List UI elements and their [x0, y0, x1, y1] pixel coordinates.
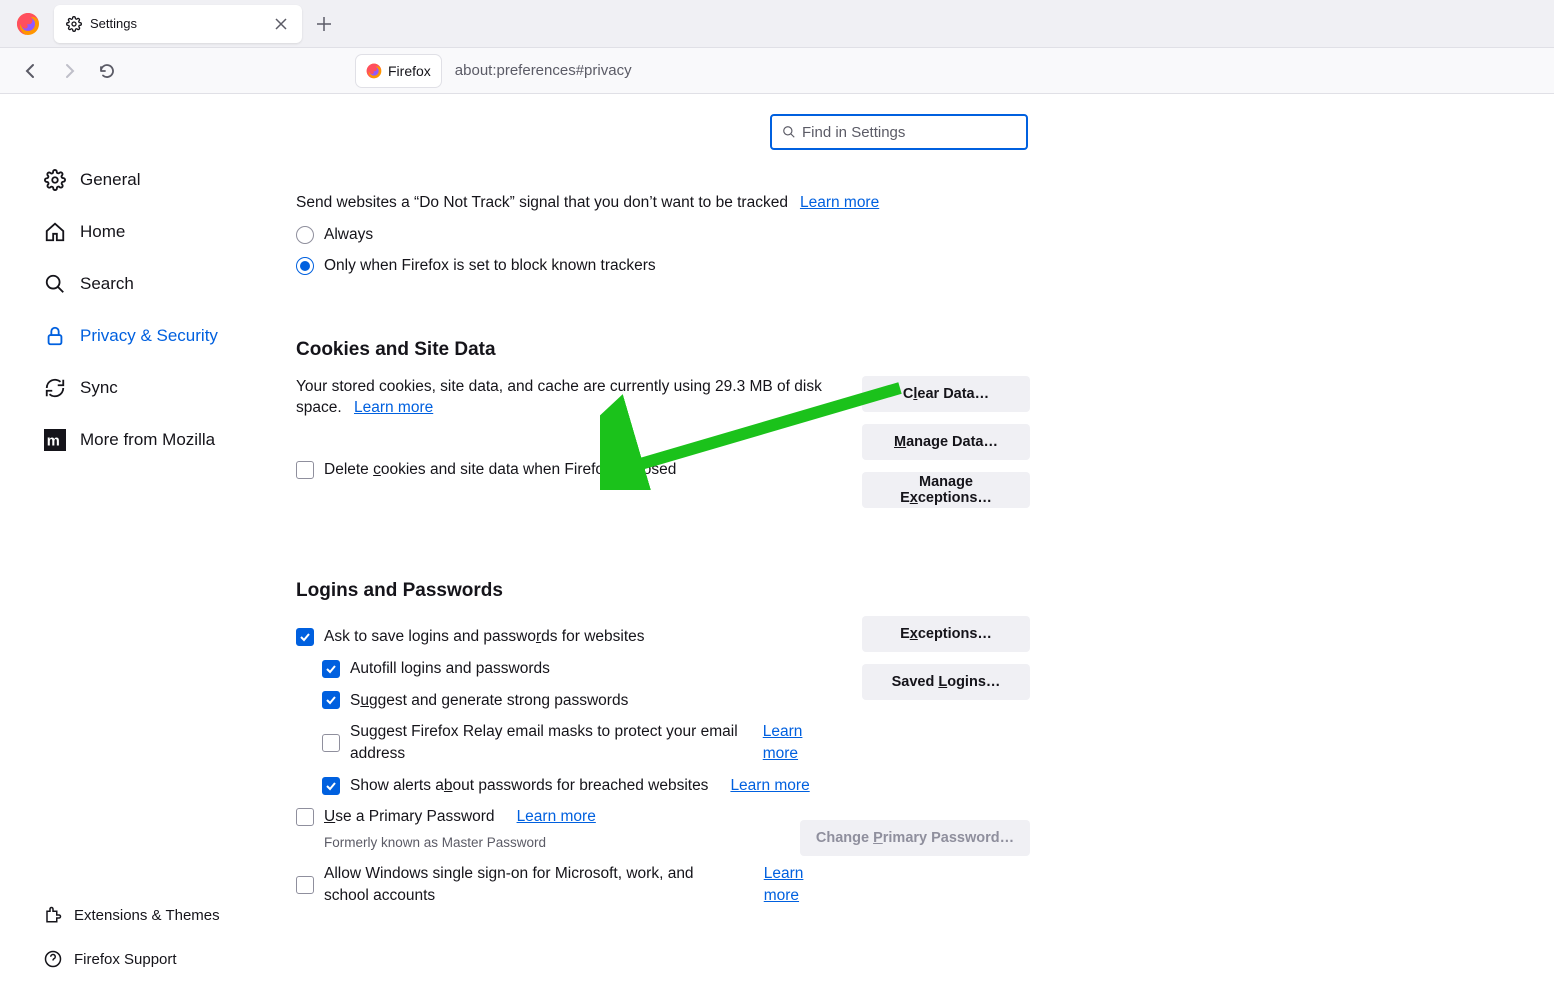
radio-icon [296, 257, 314, 275]
relay-checkbox[interactable]: Suggest Firefox Relay email masks to pro… [322, 721, 832, 764]
checkbox-label: Ask to save logins and passwords for web… [324, 626, 645, 648]
dnt-learn-more-link[interactable]: Learn more [800, 192, 879, 214]
toolbar: Firefox about:preferences#privacy [0, 48, 1554, 94]
relay-learn-more-link[interactable]: Learn more [763, 721, 832, 764]
sidebar-item-label: Sync [80, 378, 118, 398]
sidebar-item-sync[interactable]: Sync [44, 362, 268, 414]
sidebar-item-general[interactable]: General [44, 154, 268, 206]
checkbox-icon [296, 808, 314, 826]
saved-logins-button[interactable]: Saved Logins… [862, 664, 1030, 700]
tab-bar: Settings [0, 0, 1554, 48]
sidebar-item-label: Home [80, 222, 125, 242]
checkbox-icon [296, 876, 314, 894]
tab-title: Settings [90, 16, 264, 31]
alerts-checkbox[interactable]: Show alerts about passwords for breached… [322, 775, 832, 797]
search-settings[interactable] [770, 114, 1028, 150]
sync-icon [44, 377, 66, 399]
sidebar-item-label: Privacy & Security [80, 326, 218, 346]
primary-password-checkbox[interactable]: Use a Primary Password Learn more [296, 806, 832, 828]
alerts-learn-more-link[interactable]: Learn more [730, 775, 809, 797]
arrow-right-icon [60, 62, 78, 80]
puzzle-icon [44, 906, 62, 924]
help-icon [44, 950, 62, 968]
autofill-checkbox[interactable]: Autofill logins and passwords [322, 658, 832, 680]
search-input[interactable] [802, 124, 1016, 141]
exceptions-button[interactable]: Exceptions… [862, 616, 1030, 652]
primary-learn-more-link[interactable]: Learn more [517, 806, 596, 828]
sidebar-item-label: General [80, 170, 140, 190]
delete-cookies-checkbox[interactable]: Delete cookies and site data when Firefo… [296, 459, 832, 481]
lock-icon [44, 325, 66, 347]
manage-exceptions-button[interactable]: Manage Exceptions… [862, 472, 1030, 508]
checkbox-icon [322, 691, 340, 709]
new-tab-button[interactable] [308, 8, 340, 40]
dnt-description: Send websites a “Do Not Track” signal th… [296, 192, 788, 214]
home-icon [44, 221, 66, 243]
plus-icon [316, 16, 332, 32]
sidebar-item-support[interactable]: Firefox Support [44, 937, 268, 981]
back-button[interactable] [14, 54, 48, 88]
radio-label: Only when Firefox is set to block known … [324, 255, 656, 277]
suggest-checkbox[interactable]: Suggest and generate strong passwords [322, 690, 832, 712]
browser-tab[interactable]: Settings [54, 5, 302, 43]
cookies-section-title: Cookies and Site Data [296, 337, 1030, 364]
dnt-always-radio[interactable]: Always [296, 224, 1030, 246]
win-learn-more-link[interactable]: Learn more [764, 863, 832, 906]
sidebar: General Home Search Privacy & Security [0, 94, 268, 1007]
firefox-logo-icon [366, 63, 382, 79]
firefox-logo-icon [16, 12, 40, 36]
checkbox-icon [322, 777, 340, 795]
sidebar-item-label: Search [80, 274, 134, 294]
checkbox-label: Use a Primary Password [324, 806, 495, 828]
sidebar-item-label: Extensions & Themes [74, 907, 220, 924]
svg-text:m: m [47, 434, 60, 450]
checkbox-icon [322, 660, 340, 678]
close-icon [275, 18, 287, 30]
url-identity-label: Firefox [388, 63, 431, 79]
sidebar-item-label: More from Mozilla [80, 430, 215, 450]
ask-save-checkbox[interactable]: Ask to save logins and passwords for web… [296, 626, 832, 648]
change-primary-button: Change Primary Password… [800, 820, 1030, 856]
radio-label: Always [324, 224, 373, 246]
sidebar-item-home[interactable]: Home [44, 206, 268, 258]
clear-data-button[interactable]: Clear Data… [862, 376, 1030, 412]
sidebar-item-label: Firefox Support [74, 951, 177, 968]
radio-icon [296, 226, 314, 244]
forward-button[interactable] [52, 54, 86, 88]
checkbox-label: Allow Windows single sign-on for Microso… [324, 863, 742, 906]
checkbox-icon [322, 734, 340, 752]
reload-button[interactable] [90, 54, 124, 88]
checkbox-label: Delete cookies and site data when Firefo… [324, 459, 676, 481]
search-icon [44, 273, 66, 295]
url-address[interactable]: about:preferences#privacy [455, 62, 632, 79]
main-content: Send websites a “Do Not Track” signal th… [268, 94, 1554, 1007]
windows-sso-checkbox[interactable]: Allow Windows single sign-on for Microso… [296, 863, 832, 906]
mozilla-icon: m [44, 429, 66, 451]
sidebar-item-search[interactable]: Search [44, 258, 268, 310]
checkbox-label: Suggest Firefox Relay email masks to pro… [350, 721, 741, 764]
url-identity[interactable]: Firefox [356, 55, 441, 87]
gear-icon [44, 169, 66, 191]
manage-data-button[interactable]: Manage Data… [862, 424, 1030, 460]
logins-section-title: Logins and Passwords [296, 578, 1030, 605]
sidebar-item-extensions[interactable]: Extensions & Themes [44, 893, 268, 937]
gear-icon [66, 16, 82, 32]
checkbox-icon [296, 628, 314, 646]
checkbox-label: Suggest and generate strong passwords [350, 690, 628, 712]
close-tab-button[interactable] [272, 15, 290, 33]
sidebar-item-more[interactable]: m More from Mozilla [44, 414, 268, 466]
reload-icon [98, 62, 116, 80]
cookies-learn-more-link[interactable]: Learn more [354, 399, 433, 416]
formerly-text: Formerly known as Master Password [324, 834, 832, 853]
checkbox-label: Autofill logins and passwords [350, 658, 550, 680]
search-icon [782, 125, 796, 139]
dnt-only-radio[interactable]: Only when Firefox is set to block known … [296, 255, 1030, 277]
sidebar-item-privacy[interactable]: Privacy & Security [44, 310, 268, 362]
checkbox-label: Show alerts about passwords for breached… [350, 775, 708, 797]
checkbox-icon [296, 461, 314, 479]
arrow-left-icon [22, 62, 40, 80]
